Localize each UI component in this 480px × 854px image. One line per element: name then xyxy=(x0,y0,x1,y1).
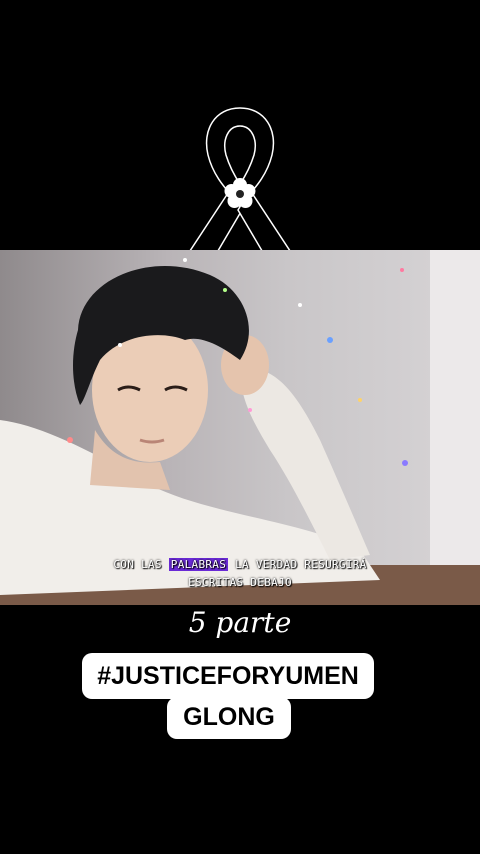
hashtag-line-1: #JUSTICEFORYUMEN xyxy=(82,653,374,699)
part-label: 5 parte xyxy=(188,606,292,639)
subtitle-line-1: CON LAS PALABRAS LA VERDAD RESURGIRÁ xyxy=(113,558,367,571)
hashtag-line-2: GLONG xyxy=(167,697,291,739)
subtitle-line-2: ESCRITAS DEBAJO xyxy=(188,576,292,589)
portrait-photo: CON LAS PALABRAS LA VERDAD RESURGIRÁ ESC… xyxy=(0,250,480,605)
subtitle-highlight: PALABRAS xyxy=(168,558,229,571)
